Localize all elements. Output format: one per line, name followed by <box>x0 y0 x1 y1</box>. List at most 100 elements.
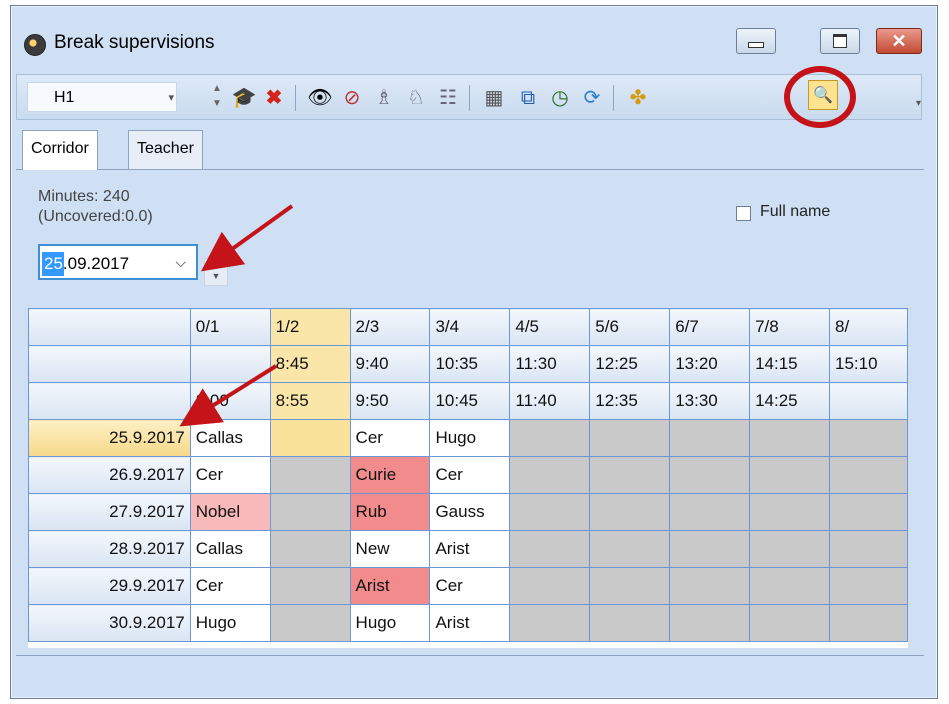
row-date-header[interactable]: 27.9.2017 <box>28 493 191 531</box>
period-header[interactable]: 8/ <box>829 308 908 346</box>
supervision-cell[interactable] <box>509 456 591 494</box>
supervision-cell[interactable] <box>829 604 908 642</box>
supervision-cell[interactable] <box>829 493 908 531</box>
tab-teacher[interactable]: Teacher <box>128 130 203 170</box>
supervision-cell[interactable] <box>669 456 751 494</box>
row-date-header[interactable]: 28.9.2017 <box>28 530 191 568</box>
supervision-cell[interactable]: Gauss <box>429 493 511 531</box>
supervision-cell[interactable] <box>269 604 351 642</box>
supervision-cell[interactable] <box>509 493 591 531</box>
date-picker[interactable]: 25.09.2017 ⌵ <box>38 244 198 280</box>
start-time-cell[interactable]: 15:10 <box>829 345 908 383</box>
end-time-cell[interactable]: 11:40 <box>509 382 591 420</box>
calculator-icon[interactable]: ▦ <box>481 85 507 111</box>
supervision-cell[interactable] <box>589 456 671 494</box>
eye-icon[interactable]: 👁 <box>307 85 333 111</box>
supervision-cell[interactable] <box>829 530 908 568</box>
row-date-header[interactable]: 29.9.2017 <box>28 567 191 605</box>
class-select[interactable]: H1 ▾ <box>27 82 177 112</box>
list-icon[interactable]: ☷ <box>435 85 461 111</box>
class-spinner[interactable]: ▲ ▼ <box>209 81 225 113</box>
end-time-cell[interactable]: 8:00 <box>189 382 271 420</box>
supervision-cell[interactable]: Cer <box>189 567 271 605</box>
supervision-cell[interactable] <box>509 419 591 457</box>
period-header[interactable]: 2/3 <box>349 308 431 346</box>
period-header[interactable]: 1/2 <box>269 308 351 346</box>
start-time-cell[interactable]: 8:45 <box>269 345 351 383</box>
end-time-cell[interactable]: 10:45 <box>429 382 511 420</box>
supervision-cell[interactable] <box>669 567 751 605</box>
assign-icon[interactable]: ♗ <box>371 85 397 111</box>
end-time-cell[interactable]: 14:25 <box>749 382 830 420</box>
supervision-cell[interactable]: Arist <box>429 530 511 568</box>
eye-off-icon[interactable]: ⊘ <box>339 85 365 111</box>
supervision-cell[interactable] <box>749 493 830 531</box>
supervision-cell[interactable] <box>509 567 591 605</box>
row-date-header[interactable]: 26.9.2017 <box>28 456 191 494</box>
copy-icon[interactable]: ⧉ <box>515 85 541 111</box>
supervision-cell[interactable]: Rub <box>349 493 431 531</box>
supervision-cell[interactable]: Cer <box>429 456 511 494</box>
supervision-cell[interactable] <box>829 567 908 605</box>
start-time-cell[interactable]: 9:40 <box>349 345 431 383</box>
period-header[interactable]: 0/1 <box>189 308 271 346</box>
supervision-cell[interactable]: Hugo <box>189 604 271 642</box>
supervision-cell[interactable] <box>589 493 671 531</box>
tab-corridor[interactable]: Corridor <box>22 130 98 170</box>
supervision-cell[interactable] <box>589 419 671 457</box>
supervision-cell[interactable] <box>269 456 351 494</box>
supervision-cell[interactable]: Curie <box>349 456 431 494</box>
supervision-cell[interactable] <box>509 604 591 642</box>
supervision-cell[interactable]: Hugo <box>349 604 431 642</box>
supervision-cell[interactable]: Arist <box>429 604 511 642</box>
supervision-cell[interactable] <box>269 419 351 457</box>
supervision-cell[interactable] <box>749 456 830 494</box>
supervision-cell[interactable]: Cer <box>429 567 511 605</box>
supervision-cell[interactable] <box>589 530 671 568</box>
puzzle-icon[interactable]: ✤ <box>625 85 651 111</box>
supervision-cell[interactable] <box>749 604 830 642</box>
end-time-cell[interactable] <box>829 382 908 420</box>
period-header[interactable]: 6/7 <box>669 308 751 346</box>
supervision-cell[interactable] <box>749 567 830 605</box>
start-time-cell[interactable] <box>189 345 271 383</box>
close-button[interactable]: ✕ <box>876 28 922 54</box>
start-time-cell[interactable]: 12:25 <box>589 345 671 383</box>
start-time-cell[interactable]: 14:15 <box>749 345 830 383</box>
full-name-checkbox[interactable] <box>736 206 751 221</box>
supervision-cell[interactable] <box>669 493 751 531</box>
start-time-cell[interactable]: 11:30 <box>509 345 591 383</box>
period-header[interactable]: 5/6 <box>589 308 671 346</box>
supervision-cell[interactable] <box>749 530 830 568</box>
date-spinner[interactable]: ▼ <box>204 258 228 286</box>
supervision-cell[interactable] <box>829 456 908 494</box>
supervision-cell[interactable]: Nobel <box>189 493 271 531</box>
supervision-cell[interactable]: Arist <box>349 567 431 605</box>
period-header[interactable]: 7/8 <box>749 308 830 346</box>
end-time-cell[interactable]: 9:50 <box>349 382 431 420</box>
supervision-cell[interactable]: Callas <box>189 419 271 457</box>
supervision-cell[interactable]: Cer <box>349 419 431 457</box>
supervision-cell[interactable] <box>509 530 591 568</box>
row-date-header[interactable]: 25.9.2017 <box>28 419 191 457</box>
supervision-cell[interactable]: Callas <box>189 530 271 568</box>
supervision-cell[interactable]: Hugo <box>429 419 511 457</box>
supervision-cell[interactable] <box>589 604 671 642</box>
row-date-header[interactable]: 30.9.2017 <box>28 604 191 642</box>
end-time-cell[interactable]: 12:35 <box>589 382 671 420</box>
supervision-cell[interactable] <box>669 419 751 457</box>
period-header[interactable]: 4/5 <box>509 308 591 346</box>
start-time-cell[interactable]: 13:20 <box>669 345 751 383</box>
supervision-cell[interactable] <box>269 530 351 568</box>
toolbar-overflow-icon[interactable]: ▾ <box>916 98 921 109</box>
supervision-cell[interactable] <box>269 493 351 531</box>
end-time-cell[interactable]: 13:30 <box>669 382 751 420</box>
supervision-cell[interactable] <box>269 567 351 605</box>
supervision-cell[interactable] <box>669 530 751 568</box>
refresh-icon[interactable]: ⟳ <box>579 85 605 111</box>
supervision-cell[interactable] <box>829 419 908 457</box>
supervision-cell[interactable]: Cer <box>189 456 271 494</box>
swap-icon[interactable]: ♘ <box>403 85 429 111</box>
minimize-button[interactable] <box>736 28 776 54</box>
maximize-button[interactable] <box>820 28 860 54</box>
